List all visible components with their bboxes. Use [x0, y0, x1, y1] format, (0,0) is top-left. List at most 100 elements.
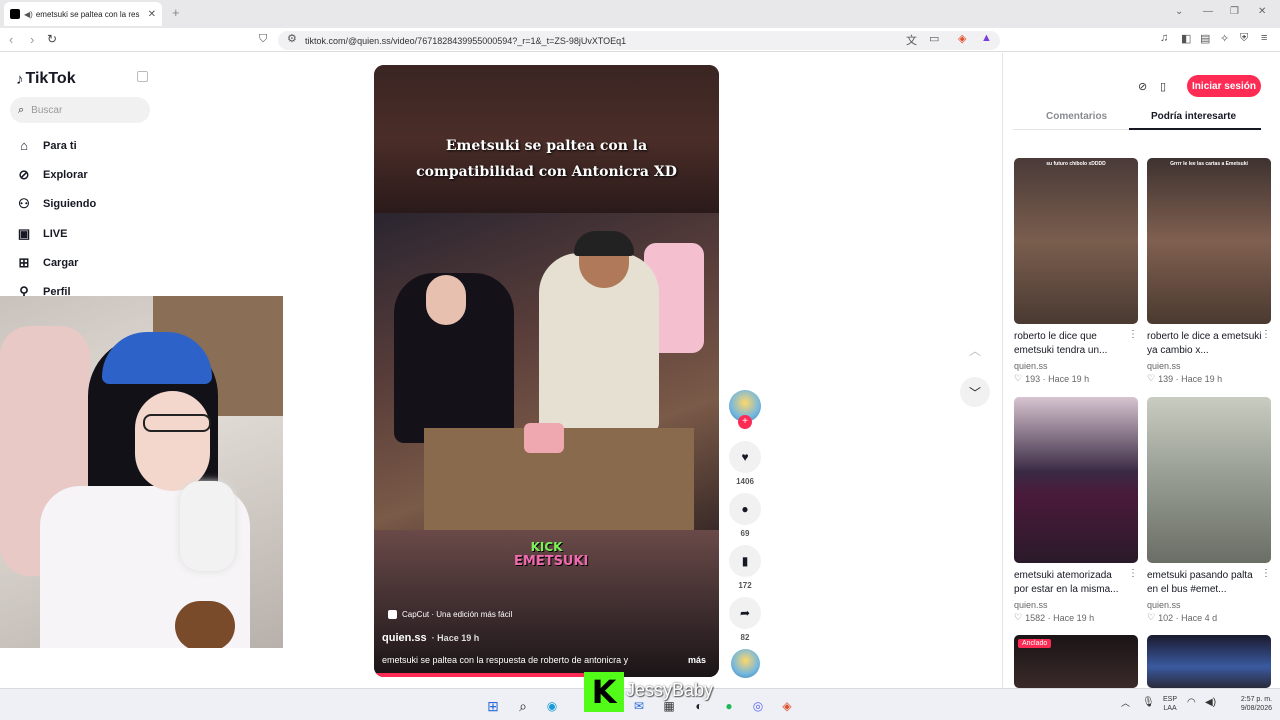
video-player[interactable]: Emetsuki se paltea con la compatibilidad…	[374, 65, 719, 677]
video-author[interactable]: quien.ss · Hace 19 h	[382, 632, 479, 644]
wifi-icon[interactable]: ◠	[1187, 698, 1196, 708]
rewards-icon[interactable]: ▲	[981, 32, 992, 44]
like-button[interactable]: ♥	[729, 441, 761, 473]
card-thumbnail[interactable]	[1147, 397, 1271, 563]
clock[interactable]: 2:57 p. m. 9/08/2026	[1226, 695, 1272, 713]
recommended-card[interactable]: emetsuki atemorizada por estar en la mis…	[1014, 397, 1138, 623]
url-field[interactable]: tiktok.com/@quien.ss/video/7671828439955…	[278, 31, 1000, 50]
cast-icon[interactable]: ▭	[929, 32, 939, 45]
more-options-icon[interactable]: ⋮	[1261, 329, 1271, 340]
recommended-card[interactable]: su futuro chibolo xDDDD roberto le dice …	[1014, 158, 1138, 384]
save-button[interactable]: ▮	[729, 545, 761, 577]
sound-avatar[interactable]	[731, 649, 760, 678]
card-time: · Hace 19 h	[1042, 373, 1090, 384]
volume-icon[interactable]: ◀)	[1205, 698, 1216, 708]
forward-icon[interactable]: ›	[30, 32, 34, 47]
card-author[interactable]: quien.ss	[1014, 600, 1138, 610]
edge-icon[interactable]: ◉	[544, 698, 560, 714]
share-button[interactable]: ➦	[729, 597, 761, 629]
search-icon[interactable]: ⌕	[515, 698, 531, 714]
browser-tab[interactable]: ◀) emetsuki se paltea con la res ✕	[4, 2, 162, 26]
reload-icon[interactable]: ↻	[47, 32, 57, 46]
card-thumbnail[interactable]: Grrrr le lee las cartas a Emetsuki	[1147, 158, 1271, 324]
card-title[interactable]: roberto le dice que emetsuki tendra un..…	[1014, 330, 1129, 358]
card-thumbnail[interactable]	[1014, 397, 1138, 563]
webcam-overlay	[0, 296, 283, 648]
more-options-icon[interactable]: ⋮	[1128, 329, 1138, 340]
minimize-icon[interactable]: —	[1203, 6, 1213, 17]
tab-search-icon[interactable]: ⌄	[1175, 6, 1183, 17]
tab-podria-interesarte[interactable]: Podría interesarte	[1151, 111, 1236, 122]
device-icon[interactable]: ▯	[1160, 80, 1166, 93]
tray-chevron-icon[interactable]: ︿	[1121, 699, 1130, 708]
nav-cargar[interactable]: ⊞ Cargar	[16, 255, 79, 271]
capcut-text: CapCut · Una edición más fácil	[402, 610, 513, 619]
site-settings-icon[interactable]: ⚙	[287, 32, 297, 45]
sidebar-icon[interactable]: ◧	[1181, 32, 1191, 45]
card-author[interactable]: quien.ss	[1147, 600, 1271, 610]
mic-icon[interactable]: 🎙	[1142, 698, 1155, 708]
active-tab-indicator	[1129, 128, 1261, 130]
windows-start-icon[interactable]: ⊞	[485, 698, 501, 714]
previous-video-button[interactable]: ︿	[960, 335, 990, 365]
search-input[interactable]: ⌕ Buscar	[10, 97, 150, 123]
bookmark-icon: ▮	[741, 554, 749, 568]
brave-shield-icon[interactable]: ◈	[958, 32, 966, 45]
vpn-icon[interactable]: ⛨	[1240, 32, 1248, 45]
card-title[interactable]: emetsuki pasando palta en el bus #emet..…	[1147, 569, 1262, 597]
card-thumbnail[interactable]: su futuro chibolo xDDDD	[1014, 158, 1138, 324]
bookmark-icon[interactable]: ⛉	[259, 33, 267, 46]
more-options-icon[interactable]: ⋮	[1261, 568, 1271, 579]
card-title[interactable]: emetsuki atemorizada por estar en la mis…	[1014, 569, 1129, 597]
brave-icon[interactable]: ◈	[779, 698, 795, 714]
discord-icon[interactable]: ◎	[750, 698, 766, 714]
clock-time: 2:57 p. m.	[1240, 696, 1272, 703]
coins-icon[interactable]: ⊘	[1138, 80, 1147, 93]
card-author[interactable]: quien.ss	[1147, 361, 1271, 371]
spotify-icon[interactable]: ●	[721, 698, 737, 714]
recommended-card[interactable]: Anclado	[1014, 635, 1138, 688]
more-options-icon[interactable]: ⋮	[1128, 568, 1138, 579]
tab-close-icon[interactable]: ✕	[148, 9, 156, 20]
new-tab-button[interactable]: +	[172, 5, 180, 20]
card-thumbnail[interactable]: Anclado	[1014, 635, 1138, 688]
card-thumbnail[interactable]	[1147, 635, 1271, 688]
nav-explorar[interactable]: ⊘ Explorar	[16, 167, 88, 183]
heart-outline-icon: ♡	[1147, 612, 1156, 622]
heart-outline-icon: ♡	[1147, 373, 1156, 383]
nav-siguiendo[interactable]: ⚇ Siguiendo	[16, 196, 96, 212]
back-icon[interactable]: ‹	[9, 32, 13, 47]
nav-para-ti[interactable]: ⌂ Para ti	[16, 138, 77, 153]
speaker-icon[interactable]: ◀)	[24, 10, 33, 19]
tab-comentarios[interactable]: Comentarios	[1046, 111, 1107, 122]
recommended-card[interactable]: Grrrr le lee las cartas a Emetsuki rober…	[1147, 158, 1271, 384]
wallet-icon[interactable]: ▤	[1200, 32, 1210, 45]
nav-live[interactable]: ▣ LIVE	[16, 226, 68, 242]
next-video-button[interactable]: ﹀	[960, 377, 990, 407]
comment-button[interactable]: ●	[729, 493, 761, 525]
kick-emetsuki-logo: KICK EMETSUKI	[514, 540, 588, 590]
search-placeholder: Buscar	[31, 104, 63, 116]
leo-icon[interactable]: ✧	[1220, 32, 1229, 45]
login-button[interactable]: Iniciar sesión	[1187, 75, 1261, 97]
more-button[interactable]: más	[688, 655, 706, 665]
card-title[interactable]: roberto le dice a emetsuki ya cambio x..…	[1147, 330, 1262, 358]
capcut-link[interactable]: CapCut · Una edición más fácil	[388, 610, 512, 619]
close-window-icon[interactable]: ✕	[1258, 6, 1266, 17]
tiktok-logo[interactable]: ♪ TikTok	[16, 70, 76, 88]
language-indicator[interactable]: ESP LAA	[1163, 695, 1177, 713]
tiktok-note-icon: ♪	[16, 70, 24, 88]
menu-icon[interactable]: ≡	[1261, 32, 1267, 44]
post-time: · Hace 19 h	[431, 633, 480, 643]
maximize-icon[interactable]: ❐	[1230, 6, 1239, 17]
translate-icon[interactable]: 文	[906, 32, 917, 48]
follow-plus-icon[interactable]: +	[738, 415, 752, 429]
card-author[interactable]: quien.ss	[1014, 361, 1138, 371]
media-icon[interactable]: ♫	[1160, 32, 1168, 44]
collapse-sidebar-icon[interactable]	[137, 71, 148, 82]
card-time: · Hace 4 d	[1175, 612, 1218, 623]
video-progress-bar[interactable]	[374, 673, 588, 677]
recommended-card[interactable]	[1147, 635, 1271, 688]
recommended-card[interactable]: emetsuki pasando palta en el bus #emet..…	[1147, 397, 1271, 623]
webcam-plush	[175, 601, 235, 648]
